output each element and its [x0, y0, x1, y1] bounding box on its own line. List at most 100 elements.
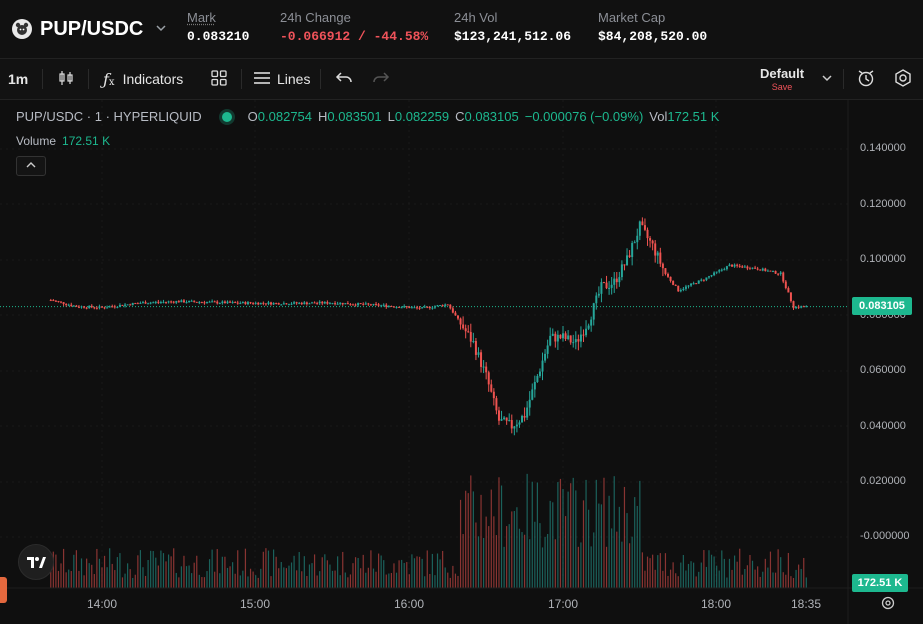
- volume-bar: [685, 570, 687, 588]
- alert-button[interactable]: [856, 59, 876, 99]
- chevron-up-icon: [26, 160, 36, 172]
- volume-bar: [226, 567, 229, 588]
- candle-body: [444, 304, 447, 306]
- candle-body: [382, 304, 385, 306]
- candle-body: [687, 285, 690, 287]
- candle-body: [295, 302, 298, 304]
- candle-body: [206, 302, 209, 304]
- layouts-button[interactable]: [210, 59, 228, 99]
- volume-bar: [393, 563, 395, 588]
- pair-selector[interactable]: PUP/USDC: [12, 14, 167, 44]
- volume-bar: [142, 567, 144, 588]
- interval-button[interactable]: 1m: [8, 59, 28, 99]
- candle-body: [167, 301, 170, 303]
- candle-body: [395, 306, 398, 308]
- volume-bar: [549, 500, 551, 588]
- volume-bar: [442, 550, 444, 588]
- candle-body: [359, 303, 362, 305]
- undo-button[interactable]: [335, 59, 353, 99]
- lines-button[interactable]: Lines: [253, 59, 310, 99]
- chevron-down-icon: [821, 71, 833, 87]
- price-chart[interactable]: PUP/USDC · 1 · HYPERLIQUID O0.082754 H0.…: [0, 100, 923, 624]
- candle-body: [549, 335, 552, 346]
- candle-body: [190, 300, 193, 302]
- volume-bar: [623, 486, 626, 588]
- volume-bar: [516, 507, 518, 588]
- candle-body: [436, 305, 439, 307]
- volume-bar: [178, 577, 180, 588]
- y-tick: 0.060000: [860, 364, 906, 376]
- volume-bar: [237, 550, 239, 588]
- redo-button[interactable]: [372, 59, 390, 99]
- candle-body: [449, 304, 452, 309]
- scale-settings-button[interactable]: [878, 595, 898, 615]
- settings-icon: [880, 595, 896, 616]
- candle-body: [592, 303, 595, 320]
- volume-bar: [664, 553, 667, 588]
- volume-bar: [283, 567, 285, 588]
- candle-type-button[interactable]: [57, 59, 75, 99]
- volume-bar: [316, 575, 318, 588]
- candle-body: [390, 306, 393, 308]
- volume-bar: [716, 565, 718, 588]
- tradingview-logo-icon[interactable]: [18, 544, 54, 580]
- candle-body: [264, 303, 267, 305]
- candle-body: [697, 280, 700, 284]
- volume-bar: [518, 528, 521, 588]
- volume-bar: [564, 516, 567, 588]
- candle-body: [298, 302, 301, 304]
- scroll-handle[interactable]: [0, 577, 7, 603]
- candle-body: [464, 328, 467, 332]
- lines-icon: [253, 71, 271, 88]
- candle-body: [536, 376, 539, 383]
- collapse-legend-button[interactable]: [16, 156, 46, 176]
- y-tick: 0.120000: [860, 198, 906, 210]
- volume-bar: [111, 563, 113, 588]
- candle-body: [623, 264, 626, 266]
- candle-body: [789, 292, 792, 302]
- volume-bar: [728, 558, 731, 588]
- volume-bar: [418, 556, 421, 588]
- volume-bar: [390, 573, 393, 588]
- layout-save-button[interactable]: Default Save: [760, 59, 804, 99]
- candle-body: [718, 270, 721, 272]
- volume-bar: [713, 556, 715, 588]
- candle-body: [60, 301, 63, 303]
- volume-bar: [75, 550, 77, 588]
- candle-body: [559, 334, 562, 339]
- stat-mark: Mark 0.083210: [187, 10, 249, 44]
- candle-body: [541, 360, 544, 372]
- candle-body: [154, 301, 157, 303]
- candle-body: [185, 302, 188, 304]
- volume-bar: [598, 503, 600, 588]
- candle-body: [656, 252, 659, 256]
- divider: [843, 69, 844, 89]
- volume-bar: [339, 575, 341, 588]
- candle-body: [602, 282, 605, 284]
- chart-canvas[interactable]: [0, 100, 923, 624]
- indicators-button[interactable]: ƒx Indicators: [103, 59, 183, 99]
- layout-menu-button[interactable]: [821, 59, 833, 99]
- candle-body: [234, 302, 237, 304]
- volume-bar: [385, 574, 387, 588]
- candle-body: [728, 264, 731, 267]
- candle-body: [733, 264, 736, 267]
- volume-bar: [221, 556, 223, 588]
- volume-bar: [249, 568, 252, 588]
- candle-body: [65, 304, 68, 306]
- volume-bar: [408, 574, 410, 588]
- candle-body: [787, 288, 790, 293]
- candle-body: [692, 283, 695, 285]
- volume-bar: [388, 573, 390, 588]
- chart-settings-button[interactable]: [893, 59, 913, 99]
- candle-body: [459, 318, 462, 325]
- volume-value: 172.51 K: [62, 134, 111, 148]
- volume-bar: [193, 562, 195, 588]
- volume-bar: [523, 534, 526, 588]
- candle-body: [608, 287, 611, 289]
- candle-body: [518, 422, 521, 425]
- volume-bar: [457, 575, 459, 588]
- candle-body: [287, 304, 290, 306]
- volume-bar: [208, 559, 211, 588]
- volume-bar: [511, 511, 513, 588]
